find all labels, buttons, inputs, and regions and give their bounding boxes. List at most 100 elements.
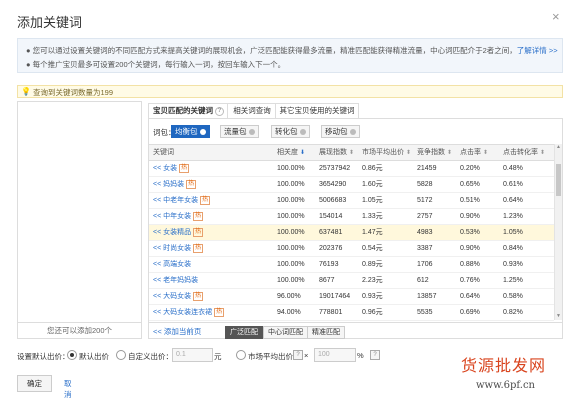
cell-value: 0.64% [503,197,523,204]
help-icon[interactable]: ? [370,350,380,360]
col-ctr[interactable]: 点击率 ⬍ [460,145,488,160]
table-row[interactable]: << 时尚女装热 100.00% 202376 0.54元 3387 0.90% 0.84% [149,241,554,257]
keyword-input-box[interactable]: 您还可以添加200个 [17,101,142,339]
col-competition[interactable]: 竞争指数 ⬍ [417,145,452,160]
keyword-link[interactable]: << 中年女装 [153,213,191,220]
cell-ctr: 0.76% [460,273,480,288]
help-icon[interactable]: ? [293,350,303,360]
percent-unit: % [357,351,364,360]
add-current-page-link[interactable]: << 添加当前页 [153,326,201,337]
unit-label: 元 [214,352,222,361]
cell-value: 0.54元 [362,245,383,252]
cell-impressions: 3654290 [319,177,346,192]
col-cvr[interactable]: 点击转化率 ⬍ [503,145,545,160]
keyword-link[interactable]: << 女装精品 [153,229,191,236]
tab-related-query[interactable]: 相关词查询 [227,103,277,118]
panel-body: 词包： 均衡包 流量包 转化包 移动包 关键词 相关度 ⬇ 展现指数 ⬍ 市场平… [148,118,563,339]
keyword-link[interactable]: << 大码女装 [153,293,191,300]
cell-keyword[interactable]: << 大码女装热 [153,289,204,304]
table-row[interactable]: << 中老年女装热 100.00% 5006683 1.05元 5172 0.51% 0.6… [149,193,554,209]
cell-keyword[interactable]: << 妈妈装热 [153,177,197,192]
keyword-link[interactable]: << 老年妈妈装 [153,277,198,284]
keyword-link[interactable]: << 时尚女装 [153,245,191,252]
scroll-down-icon[interactable]: ▼ [555,313,562,320]
table-row[interactable]: << 大码女装连衣裙热 94.00% 778801 0.96元 5535 0.69% 0.8… [149,305,554,321]
keyword-link[interactable]: << 妈妈装 [153,181,184,188]
learn-more-link[interactable]: 了解详情 >> [517,46,558,55]
cell-bid: 1.05元 [362,193,383,208]
radio-default-bid[interactable] [67,350,77,360]
cell-keyword[interactable]: << 高端女装 [153,257,191,272]
col-impressions[interactable]: 展现指数 ⬍ [319,145,354,160]
cell-impressions: 8677 [319,273,335,288]
cell-value: 2757 [417,213,433,220]
match-exact-button[interactable]: 精准匹配 [307,326,345,339]
cell-value: 778801 [319,309,343,316]
cell-value: 1.25% [503,277,523,284]
table-row[interactable]: << 高端女装 100.00% 76193 0.89元 1706 0.88% 0.93% [149,257,554,273]
cell-relevance: 100.00% [277,161,305,176]
radio-custom-bid[interactable] [116,350,126,360]
package-traffic[interactable]: 流量包 [220,125,259,138]
table-row[interactable]: << 女装热 100.00% 25737942 0.86元 21459 0.20% 0.48… [149,161,554,177]
sort-icon: ⬍ [446,150,452,156]
cell-keyword[interactable]: << 大码女装连衣裙热 [153,305,225,320]
cell-value: 2.23元 [362,277,383,284]
info-panel: ● 您可以通过设置关键词的不同匹配方式来提高关键词的展现机会，广泛匹配能获得最多… [17,38,563,73]
cell-value: 0.61% [503,181,523,188]
hot-badge: 热 [193,291,204,301]
cell-value: 0.93元 [362,293,383,300]
keyword-link[interactable]: << 高端女装 [153,261,191,268]
market-bid-label: 市场平均出价 [248,352,293,361]
col-relevance[interactable]: 相关度 ⬇ [277,145,305,160]
tab-label: 宝贝匹配的关键词 [153,106,213,115]
table-row[interactable]: << 中年女装热 100.00% 154014 1.33元 2757 0.90% 1.23% [149,209,554,225]
cell-keyword[interactable]: << 中年女装热 [153,209,204,224]
bid-label: 设置默认出价： [17,352,70,361]
cell-keyword[interactable]: << 女装热 [153,161,190,176]
ok-button[interactable]: 确定 [17,375,52,392]
close-icon[interactable]: × [552,9,560,24]
cell-value: 0.82% [503,309,523,316]
cell-keyword[interactable]: << 时尚女装热 [153,241,204,256]
cell-value: 1.05元 [362,197,383,204]
radio-market-bid[interactable] [236,350,246,360]
cell-bid: 0.86元 [362,161,383,176]
cell-value: 5172 [417,197,433,204]
cell-competition: 4983 [417,225,433,240]
cell-value: 0.65% [460,181,480,188]
cancel-link[interactable]: 取消 [64,378,72,400]
cell-bid: 0.54元 [362,241,383,256]
table-row[interactable]: << 女装精品热 100.00% 637481 1.47元 4983 0.53% 1.05% [149,225,554,241]
tab-matched-keywords[interactable]: 宝贝匹配的关键词? [148,103,229,118]
table-row[interactable]: << 大码女装热 96.00% 19017464 0.93元 13857 0.64% 0.5… [149,289,554,305]
tab-other-items[interactable]: 其它宝贝使用的关键词 [275,103,359,118]
table-header: 关键词 相关度 ⬇ 展现指数 ⬍ 市场平均出价 ⬍ 竞争指数 ⬍ 点击率 ⬍ 点… [149,144,554,161]
match-broad-button[interactable]: 广泛匹配 [225,326,263,339]
cell-value: 0.84% [503,245,523,252]
package-conversion[interactable]: 转化包 [271,125,310,138]
table-row[interactable]: << 妈妈装热 100.00% 3654290 1.60元 5828 0.65% 0.61% [149,177,554,193]
check-icon [199,129,206,136]
scroll-up-icon[interactable]: ▲ [555,144,562,151]
table-scrollbar[interactable]: ▲ ▼ [554,144,562,320]
table-row[interactable]: << 老年妈妈装 100.00% 8677 2.23元 612 0.76% 1.25% [149,273,554,289]
custom-bid-input[interactable]: 0.1 [172,348,213,362]
match-phrase-button[interactable]: 中心词匹配 [263,326,308,339]
col-label: 市场平均出价 [362,149,404,156]
col-avg-bid[interactable]: 市场平均出价 ⬍ [362,145,411,160]
keyword-link[interactable]: << 大码女装连衣裙 [153,309,212,316]
cell-cvr: 1.25% [503,273,523,288]
percent-input[interactable]: 100 [314,348,356,362]
dialog-title: 添加关键词 [17,15,83,30]
package-mobile[interactable]: 移动包 [321,125,360,138]
cell-keyword[interactable]: << 老年妈妈装 [153,273,198,288]
scroll-thumb[interactable] [556,164,561,196]
keyword-link[interactable]: << 女装 [153,165,177,172]
cell-cvr: 0.93% [503,257,523,272]
package-balanced[interactable]: 均衡包 [171,125,210,138]
keyword-link[interactable]: << 中老年女装 [153,197,198,204]
cell-keyword[interactable]: << 中老年女装热 [153,193,211,208]
cell-impressions: 637481 [319,225,342,240]
cell-keyword[interactable]: << 女装精品热 [153,225,204,240]
